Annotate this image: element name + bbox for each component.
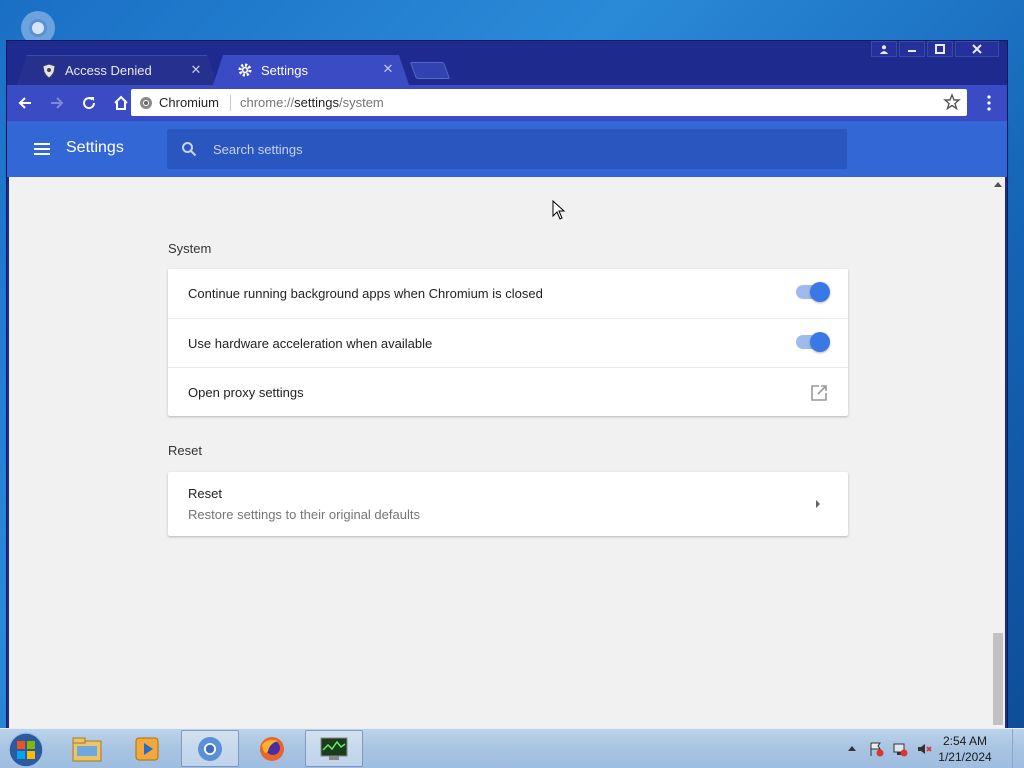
close-tab-icon[interactable]: ✕ xyxy=(189,63,203,77)
maximize-button[interactable] xyxy=(927,41,953,57)
reset-sublabel: Restore settings to their original defau… xyxy=(188,507,420,522)
scroll-up-arrow-icon[interactable] xyxy=(994,181,1002,187)
setting-label: Open proxy settings xyxy=(188,384,304,400)
tab-label: Settings xyxy=(261,62,308,78)
url-text[interactable]: chrome://settings/system xyxy=(240,95,384,110)
taskbar-task-manager[interactable] xyxy=(305,730,363,767)
section-title-reset: Reset xyxy=(168,443,202,458)
firefox-icon xyxy=(260,736,284,761)
task-manager-icon xyxy=(320,737,348,760)
chromium-site-icon xyxy=(140,96,152,109)
address-bar[interactable]: Chromium chrome://settings/system xyxy=(131,89,967,116)
taskbar: 2:54 AM 1/21/2024 xyxy=(0,728,1024,768)
tab-settings[interactable]: Settings ✕ xyxy=(213,55,409,85)
clock-date: 1/21/2024 xyxy=(938,750,992,764)
media-player-icon xyxy=(135,737,159,760)
setting-row-background-apps[interactable]: Continue running background apps when Ch… xyxy=(168,269,848,318)
more-vert-icon xyxy=(987,95,991,111)
menu-icon[interactable] xyxy=(33,140,51,158)
setting-row-hardware-acceleration[interactable]: Use hardware acceleration when available xyxy=(168,318,848,367)
minimize-button[interactable] xyxy=(899,41,925,57)
browser-window: Access Denied ✕ Settings ✕ Chromium chro… xyxy=(6,40,1008,730)
close-tab-icon[interactable]: ✕ xyxy=(381,62,395,76)
taskbar-firefox[interactable] xyxy=(243,730,301,767)
gear-icon xyxy=(237,62,253,78)
site-chip: Chromium xyxy=(159,95,219,110)
external-link-icon[interactable] xyxy=(810,384,828,402)
tab-access-denied[interactable]: Access Denied ✕ xyxy=(17,55,217,85)
start-orb-icon xyxy=(8,732,44,768)
setting-label: Continue running background apps when Ch… xyxy=(188,286,543,301)
profile-icon[interactable] xyxy=(871,41,897,57)
system-card: Continue running background apps when Ch… xyxy=(168,269,848,416)
omnibox-divider xyxy=(229,94,231,111)
search-box[interactable] xyxy=(167,129,847,169)
browser-menu-button[interactable] xyxy=(979,93,999,113)
setting-row-proxy[interactable]: Open proxy settings xyxy=(168,367,848,416)
arrow-right-icon xyxy=(51,97,64,109)
search-input[interactable] xyxy=(213,129,813,169)
forward-button[interactable] xyxy=(43,89,71,117)
browser-toolbar: Chromium chrome://settings/system xyxy=(7,85,1007,121)
reset-card: Reset Restore settings to their original… xyxy=(168,472,848,536)
chevron-right-icon xyxy=(816,500,820,508)
scrollbar[interactable] xyxy=(991,177,1005,729)
show-desktop-button[interactable] xyxy=(1012,729,1024,768)
background-apps-toggle[interactable] xyxy=(796,282,830,302)
action-center-flag-icon[interactable] xyxy=(868,741,884,757)
file-explorer-icon xyxy=(72,737,102,761)
reload-button[interactable] xyxy=(75,89,103,117)
taskbar-file-explorer[interactable] xyxy=(58,730,116,767)
network-icon[interactable] xyxy=(892,741,908,757)
reset-label: Reset xyxy=(188,486,222,501)
start-button[interactable] xyxy=(6,731,46,768)
home-icon xyxy=(114,95,128,110)
back-button[interactable] xyxy=(11,89,39,117)
setting-row-reset[interactable]: Reset Restore settings to their original… xyxy=(168,472,848,536)
mouse-cursor-icon xyxy=(552,200,566,220)
clock-time: 2:54 AM xyxy=(942,734,988,748)
show-hidden-icons-icon[interactable] xyxy=(848,745,856,751)
hardware-acceleration-toggle[interactable] xyxy=(796,332,830,352)
settings-header: Settings xyxy=(7,121,1007,177)
settings-content: System Continue running background apps … xyxy=(9,177,1005,729)
reload-icon xyxy=(83,97,96,110)
tab-label: Access Denied xyxy=(65,63,152,78)
page-title: Settings xyxy=(66,139,124,156)
new-tab-button[interactable] xyxy=(409,62,451,79)
bookmark-star-icon[interactable] xyxy=(943,93,961,111)
taskbar-chromium[interactable] xyxy=(181,730,239,767)
taskbar-media-player[interactable] xyxy=(118,730,176,767)
search-icon xyxy=(182,142,197,157)
setting-label: Use hardware acceleration when available xyxy=(188,335,433,351)
taskbar-clock[interactable]: 2:54 AM 1/21/2024 xyxy=(930,733,1000,765)
chromium-icon xyxy=(198,736,222,761)
section-title-system: System xyxy=(168,241,212,256)
arrow-left-icon xyxy=(18,97,31,109)
scroll-thumb[interactable] xyxy=(993,633,1003,725)
shield-icon xyxy=(41,63,57,79)
window-controls xyxy=(871,41,999,57)
title-bar: Access Denied ✕ Settings ✕ xyxy=(7,41,1007,85)
close-window-button[interactable] xyxy=(955,41,999,57)
